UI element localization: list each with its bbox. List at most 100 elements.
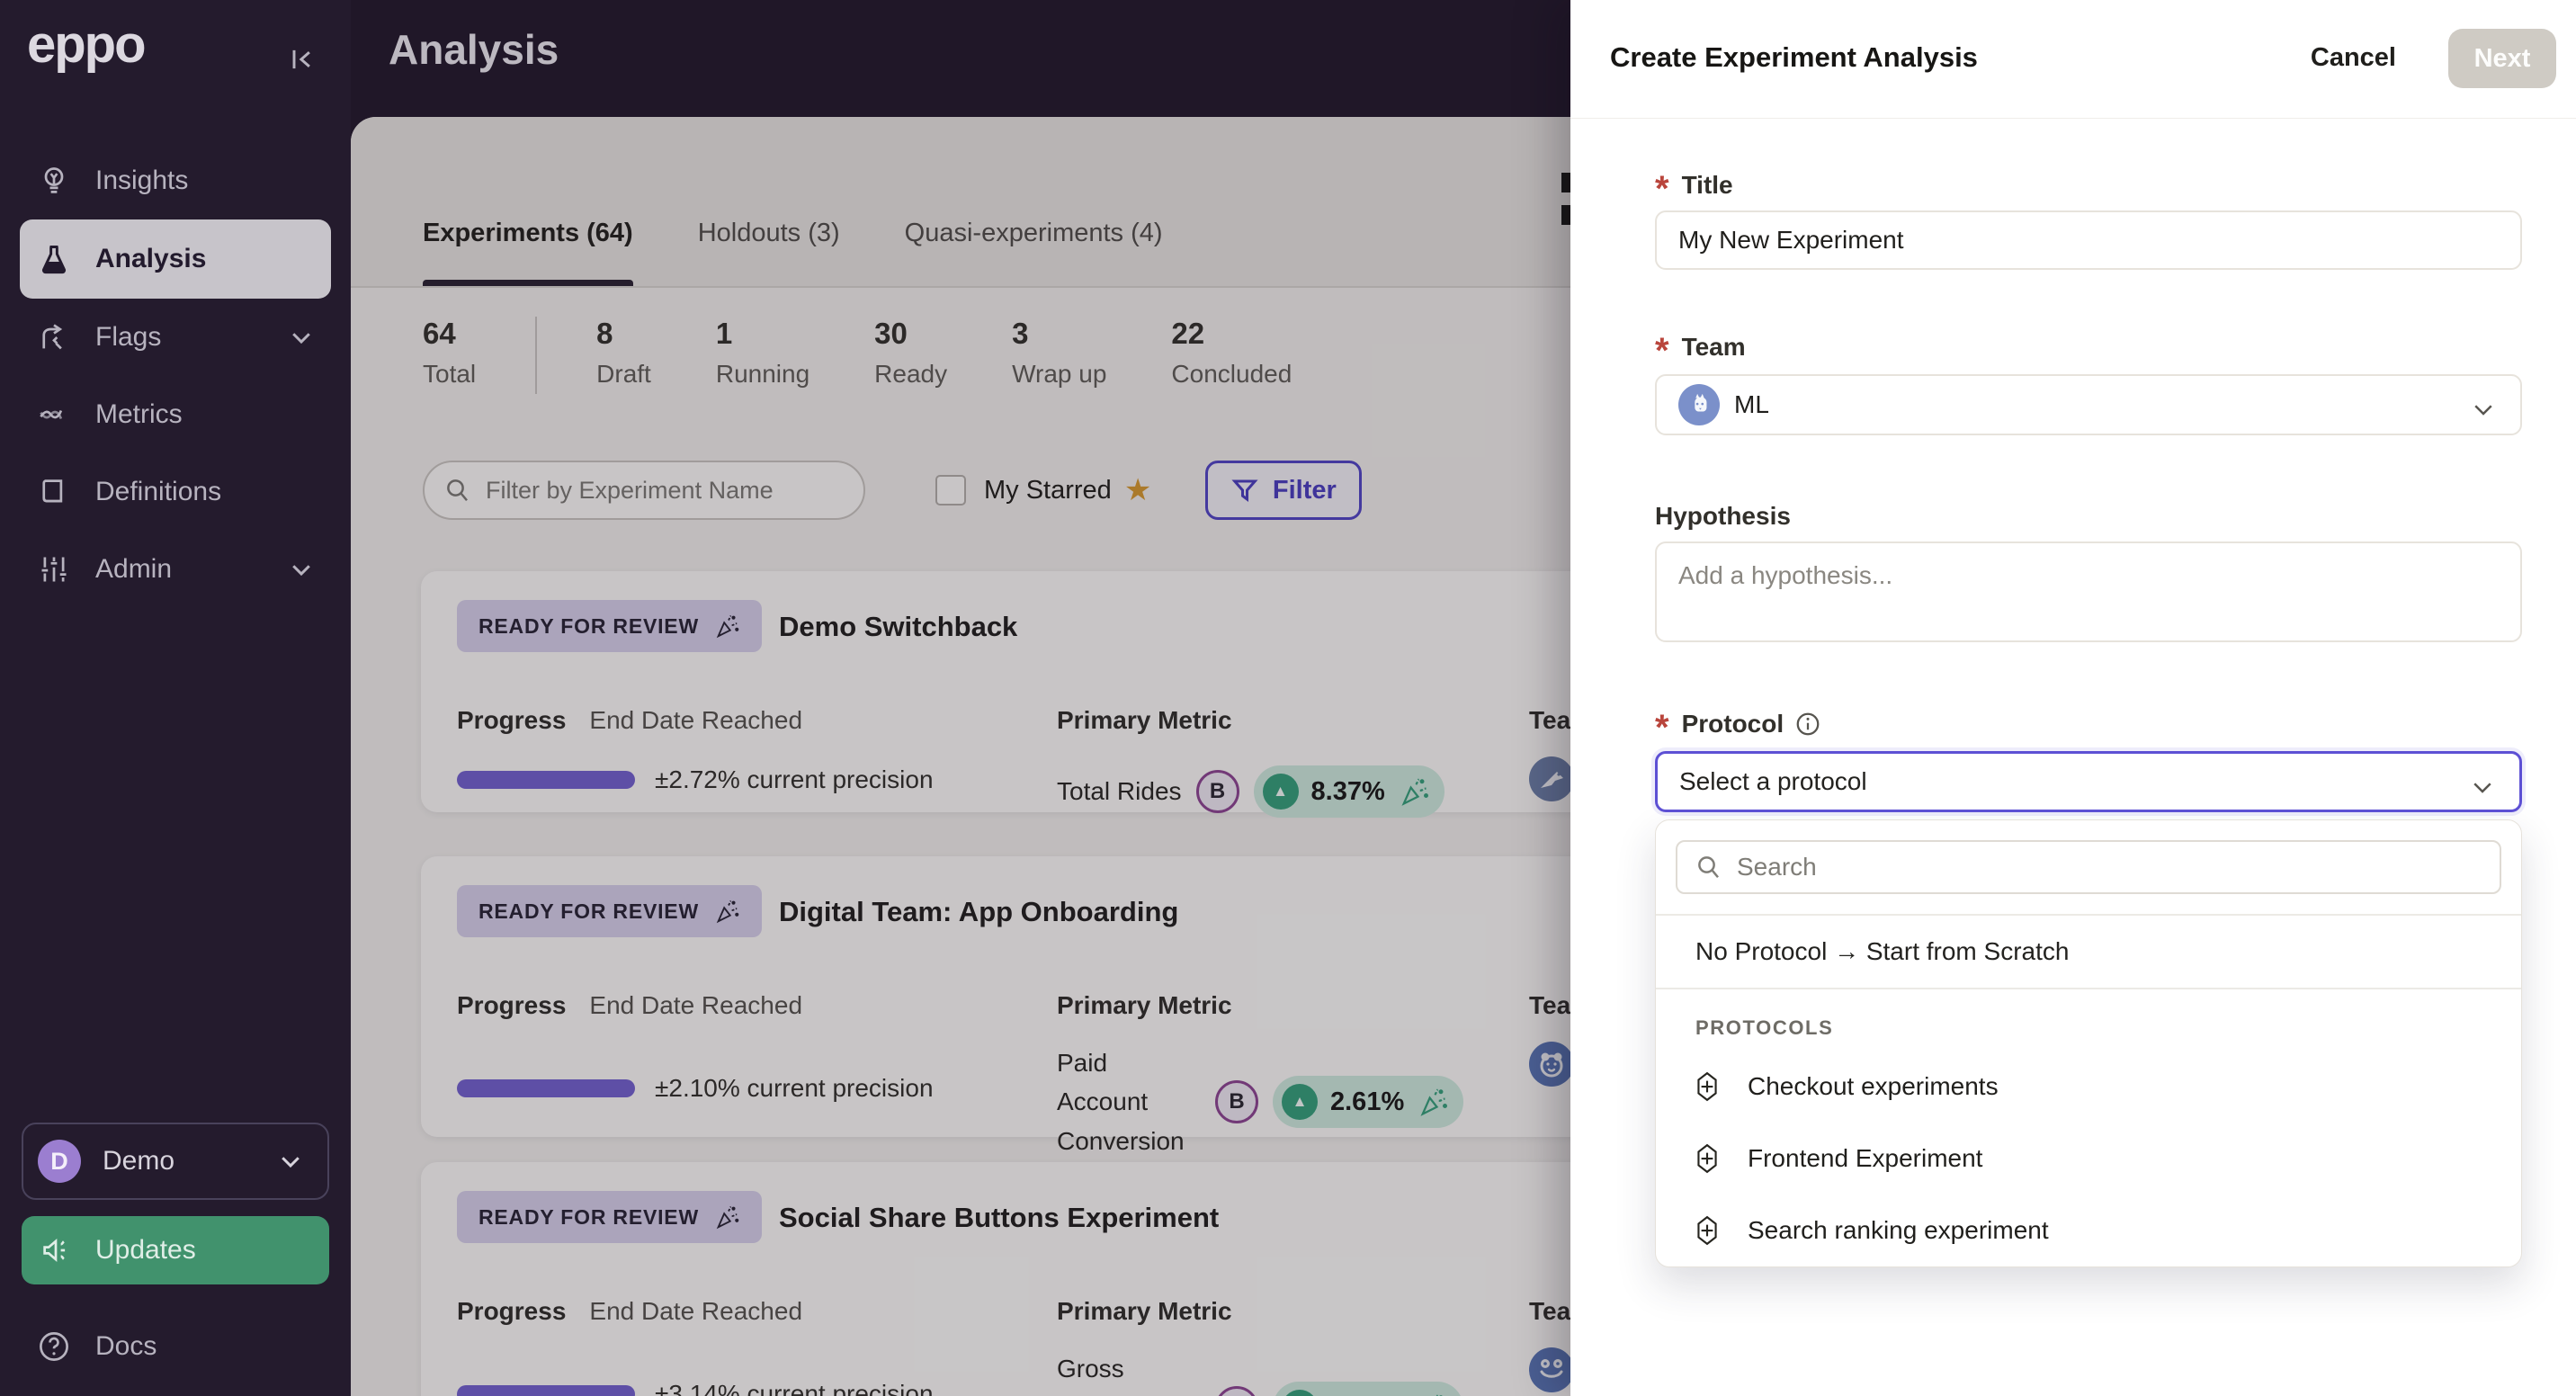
progress-column: Progress End Date Reached ±2.10% current… [457,991,934,1103]
protocol-field-label: Protocol [1682,710,1784,738]
sidebar-item-flags[interactable]: Flags [0,299,351,376]
team-column: Team [1529,706,1570,801]
workspace-switcher[interactable]: D Demo [22,1123,329,1200]
sidebar-item-label: Analysis [95,244,206,274]
required-asterisk [1655,333,1671,362]
lift-up-icon: ▲ [1263,774,1299,810]
variant-badge: B [1196,770,1239,813]
metric-name: Total Rides [1057,772,1182,810]
help-circle-icon [38,1330,70,1363]
docs-label: Docs [95,1331,157,1362]
stat-concluded: 22 Concluded [1171,317,1292,389]
chevron-down-icon [277,1148,304,1175]
updates-button[interactable]: Updates [22,1216,329,1284]
docs-link[interactable]: Docs [22,1315,329,1378]
progress-status: End Date Reached [589,991,802,1020]
sidebar-bottom: D Demo Updates Docs [22,1123,329,1396]
collapse-sidebar-icon [286,43,318,76]
sidebar-item-definitions[interactable]: Definitions [0,453,351,531]
primary-metric-column: Primary Metric Paid Account Conversion B… [1057,991,1463,1160]
tab-quasi-experiments[interactable]: Quasi-experiments (4) [905,219,1163,286]
sliders-icon [38,553,70,586]
celebration-icon [1398,775,1430,808]
flask-icon [38,243,70,275]
main-content: Analysis Experiments (64) Holdouts (3) Q… [351,0,1570,1396]
lift-pill: ▲ 2.61% [1273,1076,1463,1128]
celebration-icon [713,613,740,640]
protocol-hexagon-icon [1692,1143,1722,1174]
progress-column: Progress End Date Reached ±2.72% current… [457,706,934,794]
my-starred-label: My Starred [984,476,1112,506]
variant-badge: B [1215,1080,1258,1123]
progress-bar [457,1385,635,1396]
trend-lines-icon [38,398,70,431]
progress-bar [457,1079,635,1097]
modal-form: Title Team ML Hypothesis Protocol Select… [1570,119,2576,1267]
protocols-section-label: PROTOCOLS [1656,989,2521,1051]
sidebar-item-insights[interactable]: Insights [0,142,351,219]
experiment-search-input[interactable] [486,477,827,505]
team-column: Team [1529,991,1570,1087]
cancel-button[interactable]: Cancel [2311,43,2396,73]
experiment-card[interactable]: READY FOR REVIEW Digital Team: App Onboa… [421,856,1570,1137]
lift-up-icon: ▲ [1282,1084,1318,1120]
next-button[interactable]: Next [2448,29,2556,88]
experiment-card[interactable]: READY FOR REVIEW Social Share Buttons Ex… [421,1162,1570,1396]
sidebar-nav: Insights Analysis Flags Metrics [0,142,351,608]
variant-badge: B [1215,1386,1258,1396]
progress-status: End Date Reached [589,1297,802,1326]
stat-ready: 30 Ready [874,317,947,389]
hypothesis-field-label: Hypothesis [1655,502,1791,531]
celebration-icon [1417,1392,1449,1396]
filter-bar: My Starred ★ Filter [423,461,1362,520]
celebration-icon [1417,1086,1449,1118]
team-select[interactable]: ML [1655,374,2522,435]
team-field-label: Team [1682,333,1746,362]
title-field-label: Title [1682,171,1733,200]
protocol-search-input[interactable] [1737,853,2456,881]
tab-holdouts[interactable]: Holdouts (3) [698,219,840,286]
tab-bar: Experiments (64) Holdouts (3) Quasi-expe… [351,117,1570,288]
option-frontend-experiment[interactable]: Frontend Experiment [1656,1123,2521,1195]
stats-divider [535,317,537,394]
protocol-select-placeholder: Select a protocol [1679,767,1867,796]
team-avatar-crocodile [1529,756,1570,801]
tab-experiments[interactable]: Experiments (64) [423,219,633,286]
status-badge: READY FOR REVIEW [457,600,762,652]
protocol-search[interactable] [1676,840,2501,894]
obscured-content-fragment [1561,173,1570,237]
team-avatar-frog [1529,1347,1570,1392]
team-column: Team [1529,1297,1570,1392]
sidebar-item-admin[interactable]: Admin [0,531,351,608]
team-select-value: ML [1734,390,1769,419]
protocol-select[interactable]: Select a protocol [1655,751,2522,812]
sidebar-item-metrics[interactable]: Metrics [0,376,351,453]
option-checkout-experiments[interactable]: Checkout experiments [1656,1051,2521,1123]
status-badge: READY FOR REVIEW [457,885,762,937]
celebration-icon [713,1204,740,1230]
option-search-ranking-experiment[interactable]: Search ranking experiment [1656,1195,2521,1266]
title-input[interactable] [1655,210,2522,270]
sidebar-item-label: Admin [95,554,172,585]
lift-pill: ▲ 8.37% [1254,765,1445,818]
precision-text: ±2.10% current precision [655,1074,934,1103]
primary-metric-column: Primary Metric Gross Margin Value B ▲ 4.… [1057,1297,1463,1396]
stat-total: 64 Total [423,317,476,389]
search-icon [1695,854,1722,881]
filter-button-label: Filter [1273,476,1337,506]
lightbulb-icon [38,165,70,197]
my-starred-checkbox[interactable] [935,475,966,506]
protocol-hexagon-icon [1692,1215,1722,1246]
filter-button[interactable]: Filter [1205,461,1362,520]
stat-draft: 8 Draft [596,317,651,389]
megaphone-icon [40,1234,72,1266]
create-experiment-analysis-modal: Create Experiment Analysis Cancel Next T… [1570,0,2576,1396]
sidebar-item-analysis[interactable]: Analysis [20,219,331,299]
sidebar-collapse-button[interactable] [286,43,322,79]
experiment-search[interactable] [423,461,865,520]
hypothesis-textarea[interactable] [1655,541,2522,642]
updates-label: Updates [95,1235,196,1266]
metric-name: Paid Account Conversion [1057,1043,1201,1160]
experiment-card[interactable]: READY FOR REVIEW Demo Switchback Progres… [421,571,1570,812]
option-no-protocol[interactable]: No Protocol → Start from Scratch [1656,916,2521,988]
